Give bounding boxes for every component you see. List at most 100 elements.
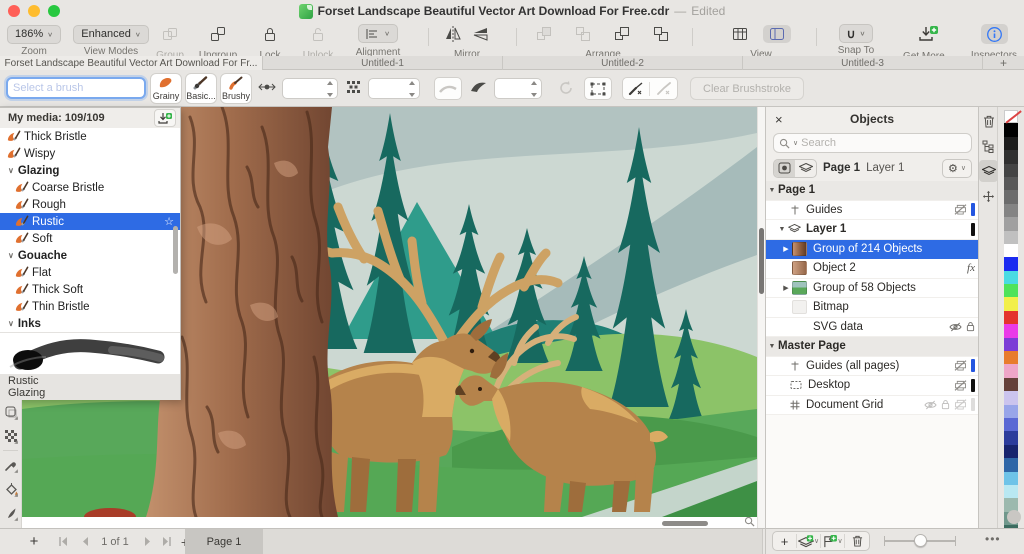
slider-knob[interactable] bbox=[914, 534, 927, 547]
delete-object-button[interactable] bbox=[845, 534, 869, 548]
add-page-button-left[interactable]: + bbox=[24, 529, 44, 554]
brush-item-thin-bristle[interactable]: Thin Bristle bbox=[0, 298, 180, 315]
palette-swatch[interactable] bbox=[1004, 164, 1018, 177]
fill-tool[interactable] bbox=[0, 477, 22, 501]
import-media-button[interactable] bbox=[154, 109, 176, 127]
brush-item-thick-bristle[interactable]: Thick Bristle bbox=[0, 128, 180, 145]
transform-inspector-icon[interactable] bbox=[979, 185, 998, 207]
palette-swatch[interactable] bbox=[1004, 297, 1018, 310]
palette-swatch[interactable] bbox=[1004, 472, 1018, 485]
layer-view-toggle[interactable] bbox=[795, 160, 816, 177]
to-back-icon[interactable] bbox=[575, 26, 592, 42]
tab-forset-landscape[interactable]: Forset Landscape Beautiful Vector Art Do… bbox=[0, 56, 263, 70]
tree-row-guides-all[interactable]: Guides (all pages) bbox=[766, 357, 979, 377]
timeline-inspector-icon[interactable] bbox=[979, 135, 998, 157]
palette-swatch[interactable] bbox=[1004, 123, 1018, 136]
horizontal-scrollbar[interactable] bbox=[662, 521, 708, 526]
palette-swatch[interactable] bbox=[1004, 284, 1018, 297]
transparency-tool[interactable] bbox=[0, 400, 22, 424]
table-view-icon[interactable] bbox=[731, 26, 749, 42]
palette-swatch[interactable] bbox=[1004, 458, 1018, 471]
tab-untitled-3[interactable]: Untitled-3 bbox=[743, 56, 983, 70]
bounding-box-button[interactable] bbox=[584, 77, 612, 100]
remove-brushstroke-button[interactable] bbox=[650, 82, 677, 96]
palette-swatch[interactable] bbox=[1004, 137, 1018, 150]
tree-row-guides[interactable]: Guides bbox=[766, 201, 979, 221]
no-print-icon[interactable] bbox=[954, 399, 967, 410]
no-print-icon[interactable] bbox=[954, 204, 967, 215]
palette-swatch[interactable] bbox=[1004, 150, 1018, 163]
forward-one-icon[interactable] bbox=[614, 26, 631, 42]
smoothing-field[interactable] bbox=[494, 78, 542, 99]
palette-swatch[interactable] bbox=[1004, 351, 1018, 364]
tree-row-object2[interactable]: Object 2 fx bbox=[766, 259, 979, 279]
palette-swatch[interactable] bbox=[1004, 177, 1018, 190]
brush-style-basic[interactable]: Basic... bbox=[185, 73, 217, 104]
hidden-icon[interactable] bbox=[949, 322, 962, 332]
pick-brushstroke-button[interactable] bbox=[623, 82, 650, 96]
object-view-toggle[interactable] bbox=[774, 160, 795, 177]
lock-icon[interactable] bbox=[966, 321, 975, 332]
palette-swatch[interactable] bbox=[1004, 217, 1018, 230]
panel-view-button[interactable] bbox=[763, 25, 791, 43]
vertical-scrollbar[interactable] bbox=[759, 228, 764, 294]
brush-item-soft[interactable]: Soft bbox=[0, 230, 180, 247]
palette-swatch[interactable] bbox=[1004, 110, 1018, 123]
objects-inspector-icon[interactable] bbox=[979, 160, 998, 182]
zoom-corner-icon[interactable] bbox=[744, 516, 755, 527]
next-page-button[interactable] bbox=[140, 529, 156, 554]
brush-group-gouache[interactable]: ∨Gouache bbox=[0, 247, 180, 264]
palette-swatch[interactable] bbox=[1004, 257, 1018, 270]
tab-untitled-2[interactable]: Untitled-2 bbox=[503, 56, 743, 70]
tree-row-svg-data[interactable]: SVG data bbox=[766, 318, 979, 338]
thumbnail-size-slider[interactable] bbox=[884, 531, 956, 551]
snap-to-control[interactable]: ∪∨ Snap To bbox=[830, 24, 882, 56]
palette-swatch[interactable] bbox=[1004, 231, 1018, 244]
page-1-tab[interactable]: Page 1 bbox=[185, 529, 263, 554]
close-window-button[interactable] bbox=[8, 5, 20, 17]
size-field[interactable] bbox=[282, 78, 338, 99]
palette-swatch[interactable] bbox=[1004, 445, 1018, 458]
last-page-button[interactable] bbox=[158, 529, 176, 554]
clear-brushstroke-button[interactable]: Clear Brushstroke bbox=[690, 77, 804, 100]
tree-row-bitmap[interactable]: Bitmap bbox=[766, 298, 979, 318]
brush-list-scrollbar[interactable] bbox=[173, 226, 178, 274]
mirror-vertical-icon[interactable] bbox=[472, 26, 490, 42]
new-object-button[interactable]: + bbox=[773, 534, 797, 548]
palette-swatch[interactable] bbox=[1004, 364, 1018, 377]
breadcrumb-layer[interactable]: Layer 1 bbox=[866, 162, 904, 174]
tree-row-layer1[interactable]: ▼Layer 1 bbox=[766, 220, 979, 240]
to-front-icon[interactable] bbox=[536, 26, 553, 42]
tree-row-document-grid[interactable]: Document Grid bbox=[766, 396, 979, 416]
palette-swatch[interactable] bbox=[1004, 418, 1018, 431]
minimize-window-button[interactable] bbox=[28, 5, 40, 17]
search-input[interactable] bbox=[801, 137, 966, 149]
tree-row-master-page[interactable]: ▼Master Page bbox=[766, 337, 979, 357]
brush-selector[interactable]: ∨ bbox=[6, 77, 146, 99]
first-page-button[interactable] bbox=[54, 529, 72, 554]
palette-swatch[interactable] bbox=[1004, 391, 1018, 404]
hidden-icon[interactable] bbox=[924, 400, 937, 410]
more-options-icon[interactable]: ••• bbox=[985, 532, 1001, 546]
brush-item-wispy[interactable]: Wispy bbox=[0, 145, 180, 162]
smear-tool[interactable] bbox=[0, 501, 22, 525]
eyedropper-tool[interactable] bbox=[0, 453, 22, 477]
palette-swatch[interactable] bbox=[1004, 190, 1018, 203]
alignment-control[interactable]: ∨ Alignment bbox=[346, 24, 410, 58]
new-master-layer-button[interactable]: ∨ bbox=[821, 534, 845, 548]
no-print-icon[interactable] bbox=[954, 380, 967, 391]
palette-scroll-button[interactable] bbox=[1007, 510, 1021, 524]
brush-group-glazing[interactable]: ∨Glazing bbox=[0, 162, 180, 179]
objects-search[interactable]: ∨ bbox=[773, 133, 972, 153]
zoom-control[interactable]: 186%∨ Zoom bbox=[6, 24, 62, 57]
palette-swatch[interactable] bbox=[1004, 431, 1018, 444]
brush-group-inks[interactable]: ∨Inks bbox=[0, 315, 180, 332]
palette-swatch[interactable] bbox=[1004, 311, 1018, 324]
palette-swatch[interactable] bbox=[1004, 324, 1018, 337]
tab-untitled-1[interactable]: Untitled-1 bbox=[263, 56, 503, 70]
tree-row-page1[interactable]: ▼Page 1 bbox=[766, 181, 979, 201]
delete-inspector-icon[interactable] bbox=[979, 110, 998, 132]
palette-swatch[interactable] bbox=[1004, 485, 1018, 498]
palette-swatch[interactable] bbox=[1004, 244, 1018, 257]
zoom-window-button[interactable] bbox=[48, 5, 60, 17]
